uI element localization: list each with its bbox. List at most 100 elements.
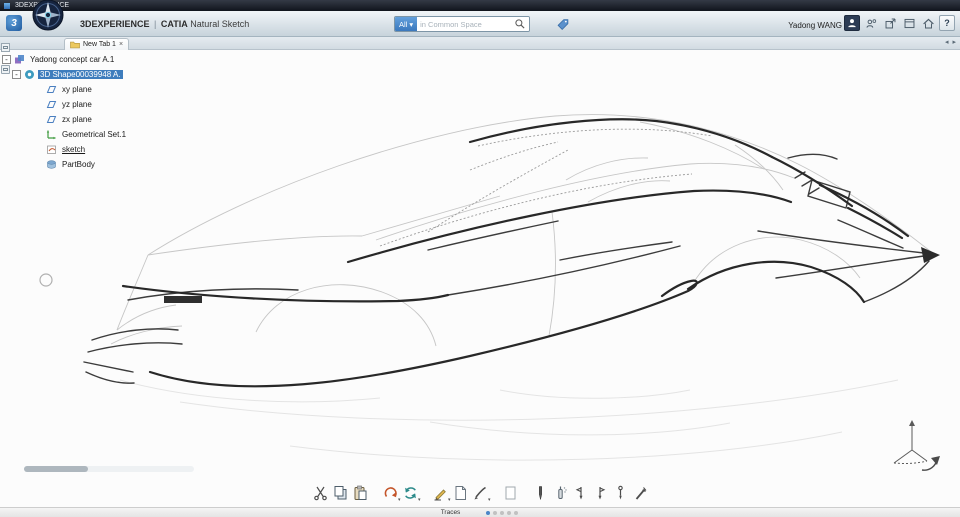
- pin-back-icon: [575, 487, 582, 500]
- traces-label: Traces: [440, 509, 461, 516]
- brand-app: CATIA: [160, 19, 188, 29]
- tab-close-icon[interactable]: ×: [119, 41, 123, 48]
- share-icon: [904, 18, 914, 28]
- tree-item-3d-shape[interactable]: - 3D Shape00039948 A.: [2, 67, 128, 82]
- tree-item-part-body[interactable]: PartBody: [2, 157, 128, 172]
- export-button[interactable]: [882, 15, 898, 31]
- pencil-tool-button[interactable]: ▾: [431, 483, 451, 503]
- marker-tool-button[interactable]: [531, 483, 550, 503]
- tree-label: yz plane: [62, 100, 92, 109]
- pin-back-tool-button[interactable]: [571, 483, 590, 503]
- tag-icon: [557, 19, 569, 30]
- plane-icon: [46, 101, 57, 108]
- airbrush-tool-button[interactable]: [551, 483, 570, 503]
- tab-nav-forward-button[interactable]: ▸: [951, 38, 957, 46]
- page-dot[interactable]: [506, 510, 511, 515]
- stylus-icon: [617, 485, 623, 500]
- avatar-icon: [848, 19, 856, 28]
- tree-root[interactable]: - Yadong concept car A.1: [2, 52, 128, 67]
- chevron-down-icon[interactable]: ▾: [418, 497, 421, 503]
- geometrical-set-icon: [46, 130, 56, 140]
- vanish-arrow: [921, 247, 940, 263]
- update-button[interactable]: ▾: [401, 483, 421, 503]
- tree-item-xy-plane[interactable]: xy plane: [2, 82, 128, 97]
- search-icon: [515, 19, 525, 29]
- action-toolbar: ▾ ▾ ▾ ▾: [311, 483, 650, 503]
- help-button[interactable]: ?: [939, 15, 955, 31]
- orbit-arrow-icon[interactable]: [921, 456, 940, 471]
- tree-label: xy plane: [62, 85, 92, 94]
- tree-item-sketch[interactable]: sketch: [2, 142, 128, 157]
- search-scope-dropdown[interactable]: All ▾: [395, 17, 418, 31]
- header-actions: ?: [844, 15, 955, 31]
- paper-icon: [455, 486, 466, 500]
- collaboration-button[interactable]: [863, 15, 879, 31]
- sketch-grille-mark: [164, 296, 202, 303]
- panel-toggle-icon[interactable]: [1, 65, 10, 74]
- page-dot[interactable]: [513, 510, 518, 515]
- chevron-down-icon: ▾: [409, 19, 414, 29]
- tab-nav-back-button[interactable]: ◂: [944, 38, 950, 46]
- cut-icon: [313, 486, 327, 501]
- sheet-icon: [505, 486, 515, 500]
- shape-icon: [25, 70, 34, 79]
- paper-tool-button[interactable]: [451, 483, 470, 503]
- undo-button[interactable]: ▾: [381, 483, 401, 503]
- dassault-3ds-logo[interactable]: 3: [6, 15, 22, 31]
- copy-button[interactable]: [331, 483, 350, 503]
- paste-button[interactable]: [351, 483, 370, 503]
- new-sheet-button[interactable]: [501, 483, 520, 503]
- app-icon: [4, 2, 10, 9]
- tab-label: New Tab 1: [83, 41, 116, 48]
- avatar-button[interactable]: [844, 15, 860, 31]
- product-icon: [15, 55, 24, 64]
- axis-triad-icon[interactable]: [893, 420, 928, 464]
- expander-icon[interactable]: -: [12, 70, 21, 79]
- help-icon: ?: [944, 18, 950, 28]
- stylus-tool-button[interactable]: [611, 483, 630, 503]
- brand: 3DEXPERIENCE | CATIA Natural Sketch: [80, 19, 249, 29]
- tab-new-tab-1[interactable]: New Tab 1 ×: [64, 38, 130, 50]
- tag-button[interactable]: [556, 18, 570, 31]
- page-dots: [484, 510, 519, 515]
- scrollbar-thumb[interactable]: [24, 466, 88, 472]
- expander-icon[interactable]: -: [2, 55, 11, 64]
- view-toggle-icon[interactable]: [1, 43, 10, 52]
- window-titlebar: 3DEXPERIENCE: [0, 0, 960, 11]
- copy-icon: [334, 486, 346, 500]
- page-dot[interactable]: [499, 510, 504, 515]
- tree-item-geometrical-set[interactable]: Geometrical Set.1: [2, 127, 128, 142]
- share-button[interactable]: [901, 15, 917, 31]
- tree-label: PartBody: [62, 160, 95, 169]
- global-search: All ▾: [394, 16, 531, 32]
- viewport[interactable]: - Yadong concept car A.1 - 3D Shape00039…: [0, 50, 960, 507]
- chevron-down-icon[interactable]: ▾: [488, 497, 491, 503]
- horizontal-scrollbar[interactable]: [24, 466, 194, 472]
- wand-tool-button[interactable]: [631, 483, 650, 503]
- pin-forward-tool-button[interactable]: [591, 483, 610, 503]
- plane-icon: [46, 116, 57, 123]
- page-dot[interactable]: [492, 510, 497, 515]
- brand-module: Natural Sketch: [190, 19, 250, 29]
- car-sketch[interactable]: [0, 50, 960, 507]
- tree-item-yz-plane[interactable]: yz plane: [2, 97, 128, 112]
- rotation-circle[interactable]: [39, 273, 53, 287]
- paste-icon: [354, 485, 366, 500]
- tree-item-zx-plane[interactable]: zx plane: [2, 112, 128, 127]
- header: 3 3DEXPERIENCE | CATIA Natural Sketch Al…: [0, 11, 960, 37]
- home-icon: [922, 18, 934, 28]
- export-icon: [885, 18, 895, 28]
- compass-logo[interactable]: [30, 0, 66, 33]
- home-button[interactable]: [920, 15, 936, 31]
- tab-bar: New Tab 1 × ◂ ▸: [0, 37, 960, 50]
- part-body-icon: [47, 160, 56, 169]
- search-input[interactable]: [417, 17, 512, 31]
- brush-tool-button[interactable]: ▾: [471, 483, 491, 503]
- search-button[interactable]: [511, 17, 530, 31]
- page-dot[interactable]: [485, 510, 490, 515]
- model-tree: - Yadong concept car A.1 - 3D Shape00039…: [2, 52, 128, 172]
- user-name[interactable]: Yadong WANG: [788, 21, 842, 30]
- status-bar: Traces: [0, 507, 960, 517]
- plane-icon: [46, 86, 57, 93]
- cut-button[interactable]: [311, 483, 330, 503]
